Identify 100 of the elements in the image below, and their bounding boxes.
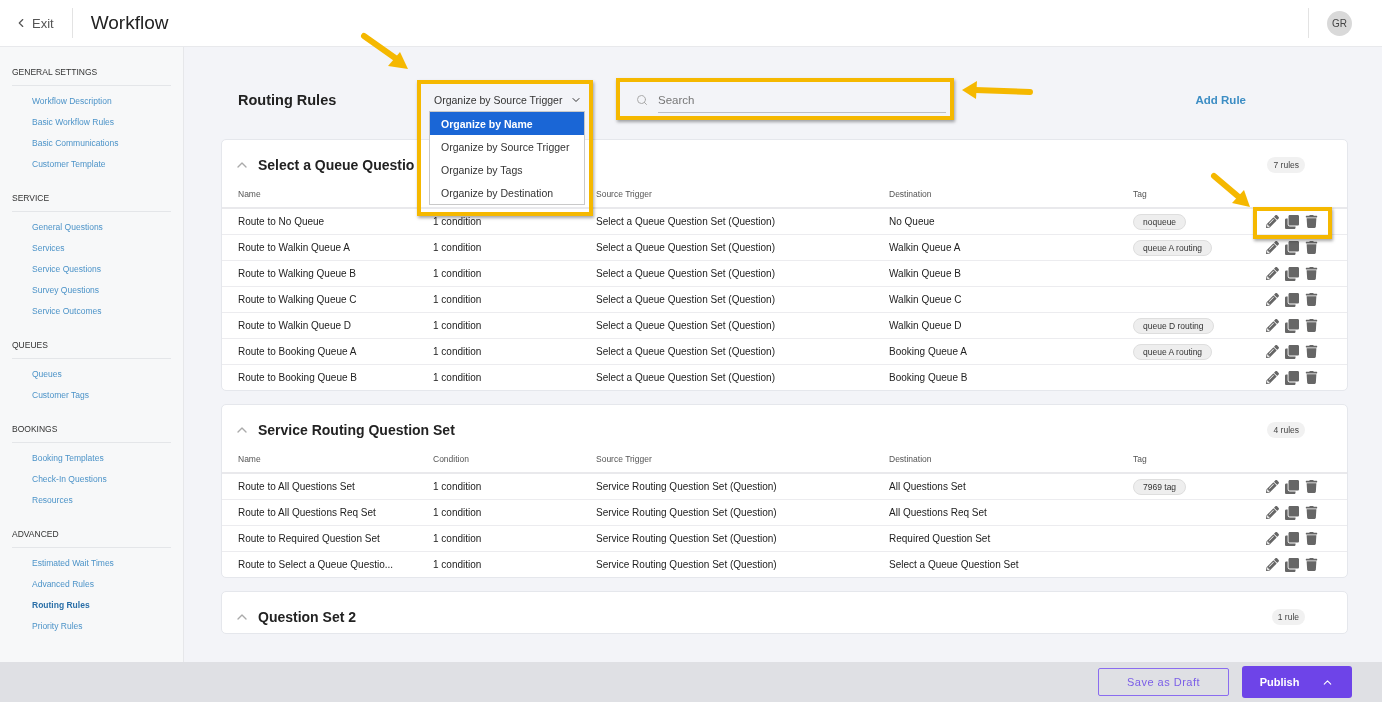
trash-icon[interactable]	[1305, 479, 1318, 494]
publish-button[interactable]: Publish	[1242, 666, 1352, 698]
table-cell-text: No Queue	[889, 216, 936, 227]
sidebar-heading: ADVANCED	[12, 529, 171, 548]
copy-icon[interactable]	[1285, 292, 1299, 307]
copy-icon[interactable]	[1285, 318, 1299, 333]
table-cell-text: 1 condition	[433, 216, 483, 227]
table-cell-text: Route to Select a Queue Questio...	[238, 559, 395, 570]
table-cell-text: Route to Walkin Queue D	[238, 320, 353, 331]
trash-icon[interactable]	[1305, 292, 1318, 307]
user-avatar[interactable]: GR	[1327, 10, 1352, 36]
trash-icon[interactable]	[1305, 557, 1318, 572]
table-cell-text: 1 condition	[433, 559, 483, 570]
organize-dropdown[interactable]: Organize by Source Trigger	[424, 88, 593, 112]
edit-icon[interactable]	[1266, 531, 1279, 546]
annotation-arrow	[361, 33, 408, 69]
trash-icon[interactable]	[1305, 318, 1318, 333]
rule-count: 7 rules	[1267, 157, 1305, 173]
table-cell-text: 1 condition	[433, 481, 483, 492]
trash-icon[interactable]	[1305, 505, 1318, 520]
table-cell-text: Service Routing Question Set (Question)	[596, 507, 778, 518]
edit-icon[interactable]	[1266, 292, 1279, 307]
dropdown-option[interactable]: Organize by Name	[430, 112, 584, 135]
copy-icon[interactable]	[1285, 214, 1299, 229]
sidebar-link[interactable]: Basic Communications	[12, 133, 183, 154]
table-cell-text: Walkin Queue D	[889, 320, 963, 331]
table-cell-text: Route to Booking Queue A	[238, 346, 358, 357]
column-header: Name	[238, 189, 262, 199]
edit-icon[interactable]	[1266, 505, 1279, 520]
edit-icon[interactable]	[1266, 318, 1279, 333]
edit-icon[interactable]	[1266, 240, 1279, 255]
table-cell-text: Service Routing Question Set (Question)	[596, 559, 778, 570]
copy-icon[interactable]	[1285, 344, 1299, 359]
sidebar-link[interactable]: Priority Rules	[12, 616, 183, 637]
group-title: Question Set 2	[258, 609, 357, 625]
rule-count: 1 rule	[1271, 609, 1305, 625]
rule-count: 4 rules	[1267, 422, 1305, 438]
sidebar-link[interactable]: Advanced Rules	[12, 574, 183, 595]
sidebar-link[interactable]: Booking Templates	[12, 448, 183, 469]
edit-icon[interactable]	[1266, 557, 1279, 572]
table-cell-text: Route to All Questions Set	[238, 481, 356, 492]
copy-icon[interactable]	[1285, 370, 1299, 385]
trash-icon[interactable]	[1305, 531, 1318, 546]
trash-icon[interactable]	[1305, 370, 1318, 385]
sidebar-heading: QUEUES	[12, 340, 171, 359]
sidebar-link[interactable]: Queues	[12, 364, 183, 385]
edit-icon[interactable]	[1266, 479, 1279, 494]
table-cell-text: Select a Queue Question Set	[889, 559, 1020, 570]
edit-icon[interactable]	[1266, 370, 1279, 385]
sidebar-link[interactable]: Customer Tags	[12, 385, 183, 406]
tag-chip: noqueue	[1133, 213, 1187, 230]
column-header: Destination	[889, 454, 933, 464]
table-cell-text: 1 condition	[433, 268, 483, 279]
table-cell-text: All Questions Set	[889, 481, 967, 492]
table-cell-text: All Questions Req Set	[889, 507, 988, 518]
trash-icon[interactable]	[1305, 240, 1318, 255]
edit-icon[interactable]	[1266, 214, 1279, 229]
sidebar-link[interactable]: Service Questions	[12, 259, 183, 280]
table-cell-text: Walkin Queue A	[889, 242, 962, 253]
table-cell-text: Required Question Set	[889, 533, 992, 544]
sidebar-link[interactable]: Basic Workflow Rules	[12, 112, 183, 133]
copy-icon[interactable]	[1285, 505, 1299, 520]
copy-icon[interactable]	[1285, 479, 1299, 494]
sidebar-link[interactable]: Check-In Questions	[12, 469, 183, 490]
table-cell-text: 1 condition	[433, 294, 483, 305]
group-title: Select a Queue Questio	[258, 157, 415, 173]
sidebar-link[interactable]: Estimated Wait Times	[12, 553, 183, 574]
sidebar-link[interactable]: Resources	[12, 490, 183, 511]
sidebar-link[interactable]: Services	[12, 238, 183, 259]
sidebar-link[interactable]: Workflow Description	[12, 91, 183, 112]
table-cell-text: Route to Walkin Queue A	[238, 242, 351, 253]
add-rule-link[interactable]: Add Rule	[1195, 94, 1246, 106]
exit-link[interactable]: Exit	[14, 8, 73, 38]
copy-icon[interactable]	[1285, 557, 1299, 572]
sidebar-link[interactable]: General Questions	[12, 217, 183, 238]
table-cell-text: 1 condition	[433, 346, 483, 357]
annotation-arrow	[1211, 173, 1250, 207]
sidebar-link[interactable]: Customer Template	[12, 154, 183, 175]
annotation-arrow	[962, 81, 1033, 99]
trash-icon[interactable]	[1305, 344, 1318, 359]
copy-icon[interactable]	[1285, 531, 1299, 546]
tag-chip: queue D routing	[1133, 317, 1214, 334]
copy-icon[interactable]	[1285, 266, 1299, 281]
section-title: Routing Rules	[238, 92, 338, 108]
table-cell-text: Route to Walking Queue B	[238, 268, 358, 279]
trash-icon[interactable]	[1305, 214, 1318, 229]
edit-icon[interactable]	[1266, 266, 1279, 281]
column-header: Source Trigger	[596, 189, 653, 199]
table-cell-text: Booking Queue A	[889, 346, 968, 357]
tag-chip: queue A routing	[1133, 343, 1213, 360]
sidebar-link[interactable]: Survey Questions	[12, 280, 183, 301]
column-header: Tag	[1133, 454, 1148, 464]
sidebar-link[interactable]: Service Outcomes	[12, 301, 183, 322]
table-cell-text: Service Routing Question Set (Question)	[596, 533, 778, 544]
trash-icon[interactable]	[1305, 266, 1318, 281]
edit-icon[interactable]	[1266, 344, 1279, 359]
copy-icon[interactable]	[1285, 240, 1299, 255]
save-draft-button[interactable]: Save as Draft	[1098, 668, 1229, 696]
table-cell-text: Route to Required Question Set	[238, 533, 381, 544]
sidebar-link[interactable]: Routing Rules	[12, 595, 183, 616]
